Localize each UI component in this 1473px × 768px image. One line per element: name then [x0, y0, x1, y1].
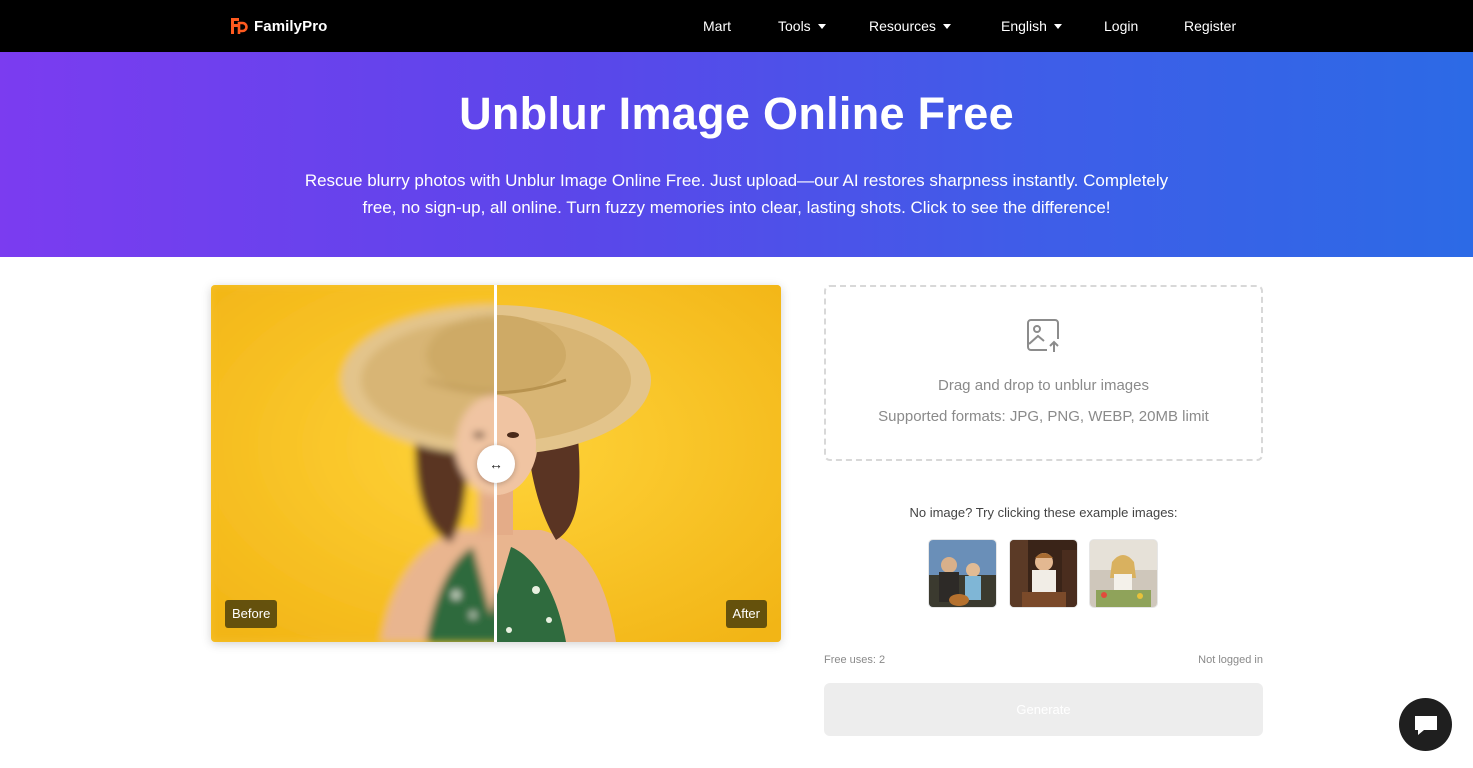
example-photo	[1010, 540, 1077, 607]
upload-dropzone[interactable]: Drag and drop to unblur images Supported…	[824, 285, 1263, 461]
familypro-logo-icon	[231, 18, 248, 34]
caret-down-icon	[1053, 24, 1062, 29]
nav-item-mart[interactable]: Mart	[703, 18, 731, 34]
before-label: Before	[225, 600, 278, 628]
chat-bubble-icon	[1414, 715, 1437, 735]
before-after-slider[interactable]: ↔ Before After	[211, 285, 781, 642]
page-title: Unblur Image Online Free	[459, 88, 1014, 139]
arrows-horizontal-icon: ↔	[489, 456, 503, 472]
caret-down-icon	[817, 24, 826, 29]
example-photo	[1090, 540, 1157, 607]
hero-banner: Unblur Image Online Free Rescue blurry p…	[0, 52, 1473, 257]
nav-label: Register	[1184, 18, 1237, 34]
hero-subtitle: Rescue blurry photos with Unblur Image O…	[304, 171, 1169, 217]
example-photo	[929, 540, 996, 607]
nav-item-tools[interactable]: Tools	[778, 18, 826, 34]
example-image-1[interactable]	[929, 540, 996, 607]
after-label: After	[725, 600, 767, 628]
generate-button[interactable]: Generate	[824, 683, 1263, 736]
dropzone-formats: Supported formats: JPG, PNG, WEBP, 20MB …	[878, 408, 1209, 425]
chat-widget-button[interactable]	[1399, 698, 1452, 751]
nav-item-login[interactable]: Login	[1104, 18, 1138, 34]
nav-item-language[interactable]: English	[1001, 18, 1062, 34]
nav-item-resources[interactable]: Resources	[869, 18, 951, 34]
nav-item-register[interactable]: Register	[1184, 18, 1236, 34]
image-upload-icon	[1027, 319, 1061, 353]
free-uses-count: Free uses: 2	[824, 654, 886, 666]
nav-label: Resources	[869, 18, 936, 34]
nav-label: English	[1001, 18, 1047, 34]
nav-label: Login	[1104, 18, 1139, 34]
caret-down-icon	[942, 24, 951, 29]
examples-label: No image? Try clicking these example ima…	[909, 505, 1178, 520]
logo-text: FamilyPro	[254, 17, 328, 35]
example-image-3[interactable]	[1090, 540, 1157, 607]
nav-label: Mart	[703, 18, 731, 34]
logo[interactable]: FamilyPro	[228, 16, 327, 36]
nav-label: Tools	[778, 18, 811, 34]
dropzone-instruction: Drag and drop to unblur images	[938, 377, 1149, 394]
example-image-2[interactable]	[1010, 540, 1077, 607]
login-status: Not logged in	[1198, 654, 1263, 666]
slider-handle[interactable]: ↔	[477, 445, 515, 483]
top-nav: FamilyPro Mart Tools Resources English L…	[0, 0, 1473, 52]
